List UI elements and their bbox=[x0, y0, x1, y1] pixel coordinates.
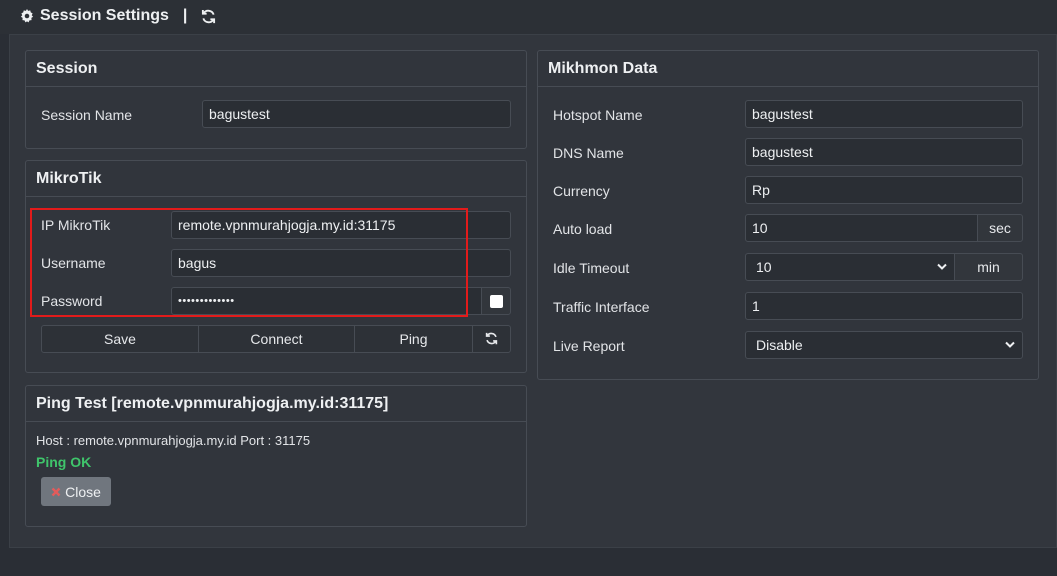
ping-test-title: Ping Test [remote.vpnmurahjogja.my.id:31… bbox=[26, 386, 526, 422]
title-separator: | bbox=[182, 7, 188, 24]
traffic-interface-input[interactable]: 1 bbox=[745, 292, 1023, 320]
live-report-select[interactable]: Disable bbox=[745, 331, 1023, 359]
reload-button[interactable] bbox=[472, 325, 511, 353]
live-report-label: Live Report bbox=[553, 338, 625, 354]
traffic-interface-label: Traffic Interface bbox=[553, 299, 650, 315]
refresh-icon bbox=[485, 332, 498, 345]
hotspot-name-label: Hotspot Name bbox=[553, 107, 643, 123]
currency-label: Currency bbox=[553, 183, 610, 199]
chevron-down-icon bbox=[936, 262, 948, 272]
dns-name-label: DNS Name bbox=[553, 145, 624, 161]
mikhmon-card-title: Mikhmon Data bbox=[538, 51, 1038, 87]
live-report-value: Disable bbox=[756, 337, 803, 353]
ping-button[interactable]: Ping bbox=[354, 325, 473, 353]
idle-timeout-unit: min bbox=[954, 253, 1023, 281]
ping-host-line: Host : remote.vpnmurahjogja.my.id Port :… bbox=[36, 433, 311, 448]
highlight-box bbox=[30, 208, 468, 317]
top-bar: Session Settings | bbox=[0, 0, 1057, 34]
session-card-title: Session bbox=[26, 51, 526, 87]
close-button[interactable]: Close bbox=[41, 477, 111, 506]
auto-load-label: Auto load bbox=[553, 221, 613, 237]
connect-button[interactable]: Connect bbox=[198, 325, 355, 353]
session-name-input[interactable]: bagustest bbox=[202, 100, 511, 128]
close-button-label: Close bbox=[65, 483, 101, 500]
page-title-text: Session Settings bbox=[40, 7, 169, 24]
page-title: Session Settings | bbox=[20, 7, 216, 25]
idle-timeout-label: Idle Timeout bbox=[553, 260, 630, 276]
hotspot-name-input[interactable]: bagustest bbox=[745, 100, 1023, 128]
idle-timeout-select[interactable]: 10 bbox=[745, 253, 955, 281]
refresh-icon[interactable] bbox=[201, 9, 216, 24]
auto-load-unit: sec bbox=[977, 214, 1023, 242]
ping-status: Ping OK bbox=[36, 454, 92, 470]
auto-load-input[interactable]: 10 bbox=[745, 214, 978, 242]
gear-icon bbox=[20, 9, 34, 23]
dns-name-input[interactable]: bagustest bbox=[745, 138, 1023, 166]
save-button[interactable]: Save bbox=[41, 325, 199, 353]
mikrotik-card-title: MikroTik bbox=[26, 161, 526, 197]
show-password-checkbox[interactable] bbox=[490, 295, 503, 308]
idle-timeout-value: 10 bbox=[756, 259, 772, 275]
currency-input[interactable]: Rp bbox=[745, 176, 1023, 204]
close-icon bbox=[51, 487, 61, 497]
chevron-down-icon bbox=[1004, 340, 1016, 350]
session-name-label: Session Name bbox=[41, 107, 133, 123]
show-password-addon[interactable] bbox=[481, 287, 511, 315]
